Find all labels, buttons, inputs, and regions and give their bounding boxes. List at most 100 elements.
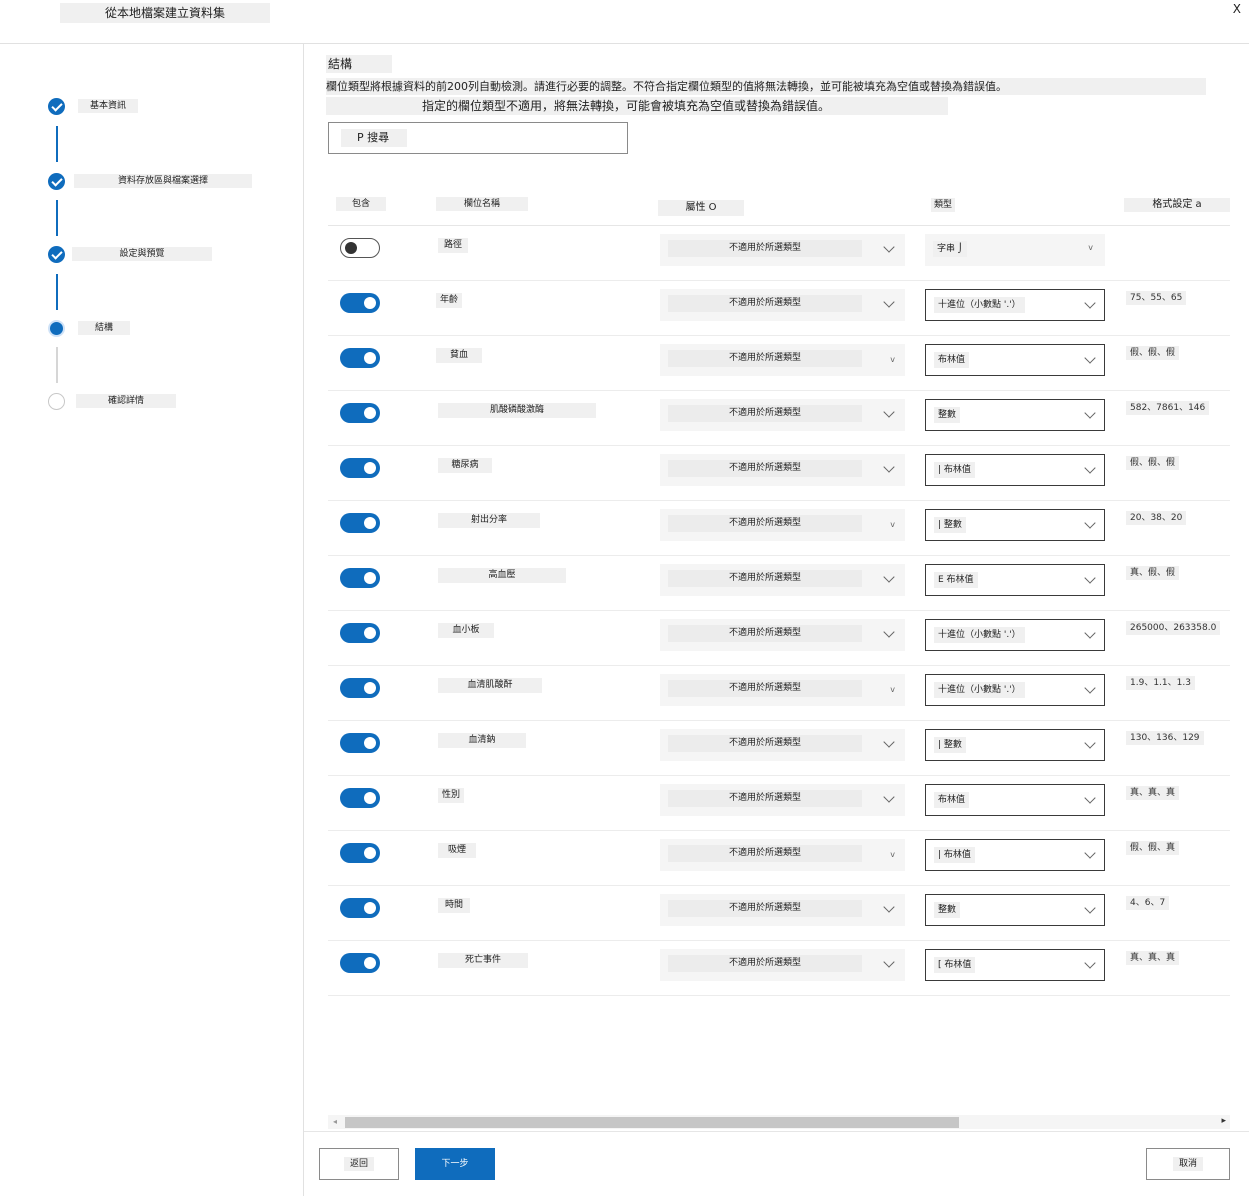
cancel-button[interactable]: 取消 [1146, 1148, 1230, 1180]
property-dropdown[interactable]: 不適用於所選類型 [660, 894, 905, 926]
property-value: 不適用於所選類型 [668, 735, 862, 752]
type-dropdown[interactable]: 十進位（小數點 '.'） [925, 289, 1105, 321]
type-dropdown[interactable]: 字串 ⌡ v [925, 234, 1105, 266]
property-dropdown[interactable]: 不適用於所選類型 v [660, 674, 905, 706]
type-value: | 布林值 [934, 847, 975, 863]
column-name: 高血壓 [438, 568, 566, 583]
column-name: 血清肌酸酐 [438, 678, 542, 693]
type-dropdown[interactable]: E 布林值 [925, 564, 1105, 596]
type-dropdown[interactable]: 整數 [925, 399, 1105, 431]
chevron-down-icon [883, 241, 895, 253]
format-preview: 582、7861、146 [1126, 401, 1210, 415]
column-name: 時間 [438, 898, 470, 913]
type-dropdown[interactable]: 十進位（小數點 '.'） [925, 674, 1105, 706]
chevron-down-icon [1084, 792, 1096, 804]
include-toggle[interactable] [340, 953, 380, 973]
property-value: 不適用於所選類型 [668, 680, 862, 697]
column-name: 貧血 [436, 348, 482, 363]
scroll-right-arrow-icon[interactable]: ▸ [1221, 1116, 1226, 1126]
property-dropdown[interactable]: 不適用於所選類型 [660, 784, 905, 816]
chevron-down-icon [1084, 352, 1096, 364]
header-format: 格式設定 a [1124, 198, 1230, 212]
property-dropdown[interactable]: 不適用於所選類型 v [660, 344, 905, 376]
search-input[interactable]: P 搜尋 [328, 122, 628, 154]
property-dropdown[interactable]: 不適用於所選類型 v [660, 509, 905, 541]
property-dropdown[interactable]: 不適用於所選類型 [660, 454, 905, 486]
column-name: 血小板 [438, 623, 494, 638]
type-value: | 布林值 [934, 462, 975, 478]
include-toggle[interactable] [340, 898, 380, 918]
property-dropdown[interactable]: 不適用於所選類型 [660, 729, 905, 761]
type-value: | 整數 [934, 737, 966, 753]
column-name: 射出分率 [438, 513, 540, 528]
include-toggle[interactable] [340, 623, 380, 643]
title-bar: 從本地檔案建立資料集 X [0, 0, 1249, 44]
table-row: 血清肌酸酐 不適用於所選類型 v 十進位（小數點 '.'） 1.9、1.1、1.3 [328, 666, 1230, 721]
include-toggle[interactable] [340, 568, 380, 588]
property-dropdown[interactable]: 不適用於所選類型 [660, 234, 905, 266]
next-button[interactable]: 下一步 [415, 1148, 495, 1180]
property-value: 不適用於所選類型 [668, 790, 862, 807]
chevron-down-icon [883, 956, 895, 968]
horizontal-scrollbar[interactable]: ◂ ▸ [328, 1115, 1230, 1129]
back-button[interactable]: 返回 [319, 1148, 399, 1180]
table-row: 性別 不適用於所選類型 布林值 真、真、真 [328, 776, 1230, 831]
format-preview: 假、假、假 [1126, 346, 1180, 360]
include-toggle[interactable] [340, 348, 380, 368]
step-label: 確認詳情 [76, 394, 176, 408]
property-dropdown[interactable]: 不適用於所選類型 [660, 289, 905, 321]
chevron-down-icon [883, 791, 895, 803]
table-row: 血清鈉 不適用於所選類型 | 整數 130、136、129 [328, 721, 1230, 776]
column-name: 年齡 [436, 293, 462, 308]
step-connector [56, 126, 58, 162]
table-row: 死亡事件 不適用於所選類型 [ 布林值 真、真、真 [328, 941, 1230, 996]
header-type: 類型 [931, 198, 955, 212]
type-dropdown[interactable]: 整數 [925, 894, 1105, 926]
type-dropdown[interactable]: | 布林值 [925, 839, 1105, 871]
include-toggle[interactable] [340, 733, 380, 753]
chevron-down-icon [883, 901, 895, 913]
property-dropdown[interactable]: 不適用於所選類型 [660, 564, 905, 596]
column-name: 吸煙 [438, 843, 476, 858]
include-toggle[interactable] [340, 678, 380, 698]
type-dropdown[interactable]: 布林值 [925, 344, 1105, 376]
type-dropdown[interactable]: [ 布林值 [925, 949, 1105, 981]
type-dropdown[interactable]: | 整數 [925, 509, 1105, 541]
property-dropdown[interactable]: 不適用於所選類型 [660, 949, 905, 981]
chevron-down-icon [883, 296, 895, 308]
scroll-left-arrow-icon[interactable]: ◂ [333, 1117, 337, 1126]
include-toggle[interactable] [340, 513, 380, 533]
property-dropdown[interactable]: 不適用於所選類型 [660, 399, 905, 431]
format-preview: 4、6、7 [1126, 896, 1170, 910]
schema-main-panel: 結構 欄位類型將根據資料的前200列自動檢測。請進行必要的調整。不符合指定欄位類… [304, 44, 1249, 1196]
chevron-down-icon [1084, 462, 1096, 474]
chevron-down-icon [1084, 902, 1096, 914]
chevron-down-icon [883, 406, 895, 418]
include-toggle[interactable] [340, 843, 380, 863]
type-dropdown[interactable]: | 布林值 [925, 454, 1105, 486]
chevron-down-icon [1084, 682, 1096, 694]
include-toggle[interactable] [340, 458, 380, 478]
type-dropdown[interactable]: 十進位（小數點 '.'） [925, 619, 1105, 651]
chevron-down-icon: v [890, 520, 895, 529]
format-preview: 75、55、65 [1126, 291, 1187, 305]
table-row: 肌酸磷酸激酶 不適用於所選類型 整數 582、7861、146 [328, 391, 1230, 446]
include-toggle[interactable] [340, 788, 380, 808]
property-dropdown[interactable]: 不適用於所選類型 v [660, 839, 905, 871]
search-placeholder: P 搜尋 [341, 129, 407, 147]
table-row: 糖尿病 不適用於所選類型 | 布林值 假、假、假 [328, 446, 1230, 501]
type-dropdown[interactable]: | 整數 [925, 729, 1105, 761]
table-row: 時間 不適用於所選類型 整數 4、6、7 [328, 886, 1230, 941]
table-header: 包含 欄位名稱 屬性 O 類型 格式設定 a [328, 194, 1230, 226]
column-name: 血清鈉 [438, 733, 526, 748]
include-toggle[interactable] [340, 403, 380, 423]
include-toggle[interactable] [340, 293, 380, 313]
property-dropdown[interactable]: 不適用於所選類型 [660, 619, 905, 651]
type-dropdown[interactable]: 布林值 [925, 784, 1105, 816]
format-preview: 真、真、真 [1126, 951, 1180, 965]
include-toggle[interactable] [340, 238, 380, 258]
step-connector [56, 200, 58, 236]
close-icon[interactable]: X [1233, 2, 1241, 16]
property-value: 不適用於所選類型 [668, 350, 862, 367]
scrollbar-thumb[interactable] [345, 1117, 959, 1128]
